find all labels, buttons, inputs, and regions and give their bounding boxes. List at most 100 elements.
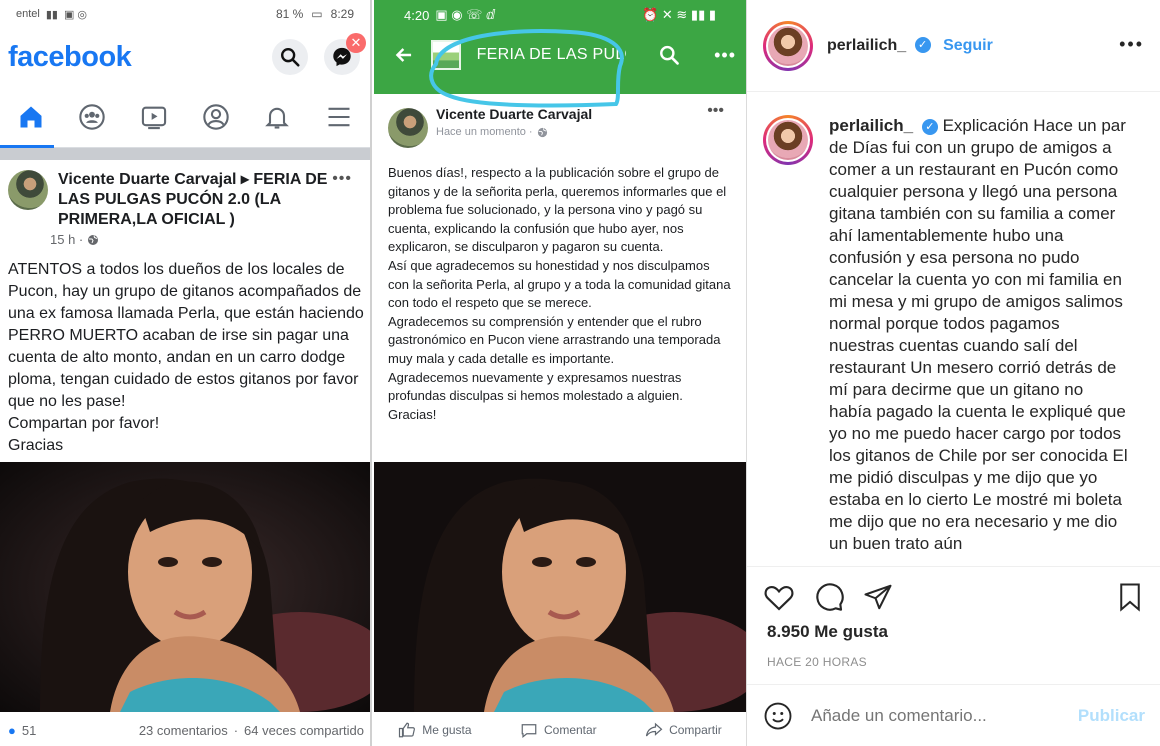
- close-badge-icon[interactable]: ✕: [346, 33, 366, 53]
- likes-count[interactable]: 8.950 Me gusta: [767, 622, 888, 642]
- nav-groups[interactable]: [72, 97, 112, 137]
- more-options-icon[interactable]: •••: [1119, 34, 1144, 55]
- like-reaction-icon: ●: [8, 722, 16, 738]
- thumbs-up-icon: [399, 722, 416, 738]
- back-arrow-icon[interactable]: [394, 44, 415, 66]
- caption-area: perlailich_ ✓ Explicación Hace un par de…: [747, 93, 1160, 565]
- post-header: Vicente Duarte Carvajal Hace un momento …: [374, 94, 746, 148]
- comment-count[interactable]: 23 comentarios: [139, 723, 228, 738]
- share-icon[interactable]: [863, 582, 893, 612]
- facebook-nav: [0, 86, 370, 148]
- messenger-button[interactable]: ✕: [324, 33, 366, 75]
- post-paragraph: Agradecemos su comprensión y entender qu…: [388, 313, 721, 366]
- search-button[interactable]: [272, 39, 308, 75]
- post-meta: Hace un momento ·: [436, 126, 592, 138]
- bell-icon: [265, 107, 290, 129]
- notification-icons: ▣ ◉ ☏ ⅆ: [435, 7, 496, 22]
- avatar[interactable]: [763, 20, 813, 71]
- system-icons: ⏰ ✕ ≋ ▮▮ ▮: [642, 7, 716, 22]
- nav-watch[interactable]: [134, 97, 174, 137]
- post-actions: Me gusta Comentar Compartir: [374, 714, 746, 746]
- menu-icon: [328, 107, 350, 126]
- share-label: Compartir: [669, 723, 722, 737]
- globe-icon: [88, 234, 99, 245]
- more-options-icon[interactable]: •••: [332, 170, 352, 188]
- post-paragraph: ATENTOS a todos los dueños de los locale…: [8, 261, 364, 410]
- post-paragraph: Así que agradecemos su honestidad y nos …: [388, 257, 731, 311]
- more-options-icon[interactable]: •••: [707, 102, 724, 120]
- publish-button[interactable]: Publicar: [1078, 706, 1145, 726]
- author-name[interactable]: Vicente Duarte Carvajal: [436, 106, 592, 122]
- more-options-icon[interactable]: •••: [714, 45, 736, 66]
- active-tab-indicator: [0, 145, 54, 148]
- group-screenshot: 4:20 ▣ ◉ ☏ ⅆ ⏰ ✕ ≋ ▮▮ ▮ FERIA DE LAS PUL…: [374, 0, 746, 746]
- avatar[interactable]: [763, 115, 813, 165]
- status-bar: entel ▮▮ ▣ ◎ 81 % ▭ 8:29: [0, 0, 370, 28]
- like-label: Me gusta: [422, 723, 472, 737]
- clock-label: 4:20: [404, 7, 430, 23]
- video-icon: [142, 106, 167, 129]
- comment-button[interactable]: Comentar: [520, 721, 597, 739]
- share-button[interactable]: Compartir: [645, 721, 722, 739]
- caption-username[interactable]: perlailich_: [829, 116, 913, 135]
- share-count[interactable]: 64 veces compartido: [244, 723, 364, 738]
- post-paragraph: Compartan por favor!: [8, 415, 160, 432]
- reaction-count[interactable]: 51: [22, 723, 36, 738]
- nav-home[interactable]: [11, 97, 51, 137]
- post-header: perlailich_ ✓ Seguir •••: [747, 0, 1160, 92]
- avatar[interactable]: [8, 170, 48, 210]
- home-icon: [20, 106, 42, 127]
- post-photo[interactable]: [0, 462, 372, 712]
- signal-icon: ▮▮: [45, 8, 58, 21]
- post-title[interactable]: Vicente Duarte Carvajal ▸ FERIA DE LAS P…: [58, 170, 348, 230]
- caption-text: perlailich_ ✓ Explicación Hace un par de…: [829, 115, 1129, 565]
- gallery-icon: ▣ ◎: [63, 8, 88, 21]
- nav-profile[interactable]: [196, 97, 236, 137]
- add-comment-bar: Publicar: [747, 684, 1160, 746]
- share-icon: [645, 722, 663, 737]
- nav-notifications[interactable]: [257, 97, 297, 137]
- reactions-bar: ● 51 23 comentarios · 64 veces compartid…: [0, 714, 370, 746]
- caption-body: Explicación Hace un par de Días fui con …: [829, 116, 1128, 553]
- post-paragraph: Gracias: [8, 437, 64, 454]
- post-photo[interactable]: [374, 462, 746, 712]
- group-header: 4:20 ▣ ◉ ☏ ⅆ ⏰ ✕ ≋ ▮▮ ▮ FERIA DE LAS PUL…: [374, 0, 746, 108]
- post-time: 15 h ·: [50, 232, 84, 247]
- search-icon[interactable]: [658, 43, 680, 67]
- comment-icon: [521, 724, 537, 738]
- post-body: Buenos días!, respecto a la publicación …: [374, 148, 746, 424]
- heart-icon[interactable]: [763, 581, 795, 613]
- username[interactable]: perlailich_: [827, 37, 906, 54]
- globe-icon: [537, 127, 547, 137]
- groups-icon: [79, 103, 106, 130]
- facebook-screenshot: entel ▮▮ ▣ ◎ 81 % ▭ 8:29 facebook ✕ Vice…: [0, 0, 372, 746]
- nav-menu[interactable]: [319, 97, 359, 137]
- comment-label: Comentar: [543, 723, 597, 737]
- comment-input[interactable]: [811, 705, 1060, 726]
- post-meta: 15 h ·: [50, 232, 370, 247]
- post-time: Hace un momento ·: [436, 126, 533, 138]
- profile-icon: [203, 103, 229, 130]
- divider: [0, 148, 370, 160]
- post-paragraph: Buenos días!, respecto a la publicación …: [388, 165, 727, 255]
- battery-label: 81 %: [275, 7, 304, 21]
- clock-label: 8:29: [330, 7, 354, 21]
- post-paragraph: Agradecemos nuevamente y expresamos nues…: [388, 369, 683, 404]
- post-paragraph: Gracias!: [388, 406, 437, 422]
- like-button[interactable]: Me gusta: [398, 721, 472, 739]
- search-icon: [281, 48, 300, 67]
- bookmark-icon[interactable]: [1115, 582, 1145, 612]
- facebook-logo[interactable]: facebook: [8, 41, 132, 74]
- emoji-icon[interactable]: [763, 701, 793, 731]
- verified-badge-icon: ✓: [914, 37, 931, 54]
- post-time[interactable]: HACE 20 HORAS: [767, 655, 867, 669]
- post-body: ATENTOS a todos los dueños de los locale…: [0, 247, 370, 457]
- instagram-post: perlailich_ ✓ Seguir ••• perlailich_ ✓ E…: [746, 0, 1160, 746]
- carrier-label: entel: [16, 8, 40, 20]
- facebook-header: facebook ✕: [0, 28, 370, 86]
- comment-icon[interactable]: [813, 581, 845, 613]
- avatar[interactable]: [388, 108, 428, 148]
- post-actions: [747, 566, 1160, 626]
- follow-button[interactable]: Seguir: [943, 37, 993, 54]
- battery-icon: ▭: [311, 7, 323, 21]
